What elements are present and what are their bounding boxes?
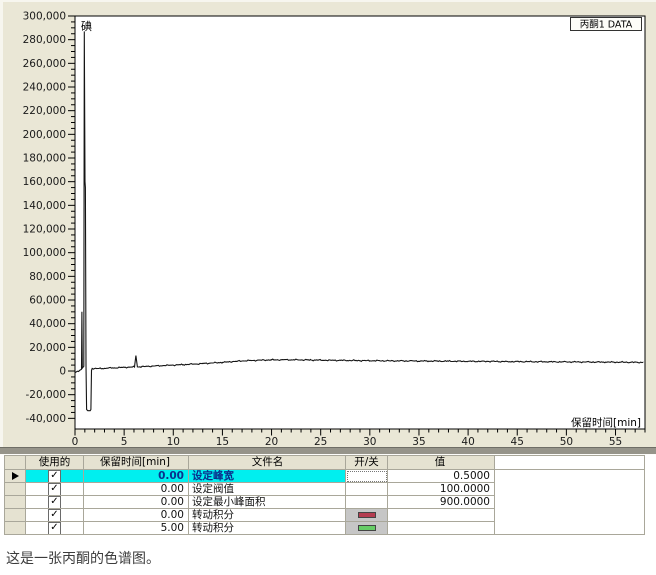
used-cell: ✓ xyxy=(26,522,84,535)
used-checkbox[interactable]: ✓ xyxy=(48,483,61,496)
integration-events-table: 使用的保留时间[min]文件名开/关值 ✓0.00设定峰宽0.5000✓0.00… xyxy=(4,455,645,535)
y-tick-label: 20,000 xyxy=(29,342,66,354)
onoff-cell[interactable] xyxy=(346,509,388,522)
y-tick-label: 100,000 xyxy=(23,247,66,259)
x-tick-label: 45 xyxy=(511,436,524,447)
used-checkbox[interactable]: ✓ xyxy=(48,522,61,535)
used-cell: ✓ xyxy=(26,496,84,509)
x-tick-label: 55 xyxy=(609,436,622,447)
col-header-0 xyxy=(4,455,26,470)
row-selector-cell[interactable] xyxy=(4,509,26,522)
used-checkbox[interactable]: ✓ xyxy=(48,496,61,509)
used-cell: ✓ xyxy=(26,470,84,483)
y-tick-label: -40,000 xyxy=(25,413,66,425)
data-name-box-label: 丙酮1 DATA xyxy=(580,20,633,31)
value-cell[interactable] xyxy=(388,522,495,535)
table-header-row: 使用的保留时间[min]文件名开/关值 xyxy=(4,455,645,470)
y-tick-label: 160,000 xyxy=(23,176,66,188)
retention-time-cell[interactable]: 0.00 xyxy=(84,470,189,483)
y-tick-label: 280,000 xyxy=(23,34,66,46)
filler-cell xyxy=(495,509,645,522)
used-cell: ✓ xyxy=(26,509,84,522)
col-header-3: 文件名 xyxy=(189,455,346,470)
table-row[interactable]: ✓ 0.00设定阀值 100.0000 xyxy=(4,483,645,496)
current-row-marker-icon xyxy=(12,472,19,480)
y-tick-label: 0 xyxy=(59,366,66,378)
col-header-4: 开/关 xyxy=(346,455,388,470)
y-tick-label: 80,000 xyxy=(29,271,66,283)
x-tick-label: 25 xyxy=(314,436,327,447)
onoff-cell[interactable] xyxy=(346,496,388,509)
y-tick-label: 240,000 xyxy=(23,82,66,94)
y-tick-label: 140,000 xyxy=(23,200,66,212)
chromatogram-panel: -40,000 -20,000 0 20,000 40,000 60,000 80,000 1… xyxy=(0,0,656,447)
y-tick-label: 60,000 xyxy=(29,295,66,307)
x-tick-label: 40 xyxy=(461,436,474,447)
red-line-icon xyxy=(358,512,376,518)
used-checkbox[interactable]: ✓ xyxy=(48,470,61,483)
table-row[interactable]: ✓ 5.00转动积分 xyxy=(4,522,645,535)
panel-divider xyxy=(0,447,656,455)
table-row[interactable]: ✓ 0.00设定最小峰面积 900.0000 xyxy=(4,496,645,509)
row-selector-cell[interactable] xyxy=(4,496,26,509)
x-tick-label: 30 xyxy=(363,436,376,447)
y-tick-label: 300,000 xyxy=(23,11,66,23)
x-tick-label: 35 xyxy=(412,436,425,447)
x-tick-label: 10 xyxy=(167,436,180,447)
event-name-cell[interactable]: 转动积分 xyxy=(189,522,346,535)
filler-cell xyxy=(495,522,645,535)
chromatogram-plot: -40,000 -20,000 0 20,000 40,000 60,000 80,000 1… xyxy=(0,0,656,447)
retention-time-cell[interactable]: 0.00 xyxy=(84,483,189,496)
onoff-cell[interactable] xyxy=(346,483,388,496)
green-line-icon xyxy=(358,525,376,531)
event-name-cell[interactable]: 设定最小峰面积 xyxy=(189,496,346,509)
x-tick-label: 0 xyxy=(72,436,79,447)
used-cell: ✓ xyxy=(26,483,84,496)
event-name-cell[interactable]: 转动积分 xyxy=(189,509,346,522)
value-cell[interactable]: 900.0000 xyxy=(388,496,495,509)
filler-cell xyxy=(495,496,645,509)
y-tick-label: 200,000 xyxy=(23,129,66,141)
table-row[interactable]: ✓ 0.00设定峰宽 0.5000 xyxy=(4,470,645,483)
y-tick-label: -20,000 xyxy=(25,389,66,401)
row-selector-cell[interactable] xyxy=(4,522,26,535)
y-tick-label: 220,000 xyxy=(23,105,66,117)
used-checkbox[interactable]: ✓ xyxy=(48,509,61,522)
value-cell[interactable]: 100.0000 xyxy=(388,483,495,496)
filler-cell xyxy=(495,483,645,496)
retention-time-cell[interactable]: 0.00 xyxy=(84,509,189,522)
row-selector-cell[interactable] xyxy=(4,483,26,496)
peak-label: 碘 xyxy=(81,20,92,33)
y-tick-label: 260,000 xyxy=(23,58,66,70)
event-name-cell[interactable]: 设定峰宽 xyxy=(189,470,346,483)
filler-cell xyxy=(495,470,645,483)
table-row[interactable]: ✓ 0.00转动积分 xyxy=(4,509,645,522)
retention-time-cell[interactable]: 0.00 xyxy=(84,496,189,509)
col-header-5: 值 xyxy=(388,455,495,470)
x-tick-label: 20 xyxy=(265,436,278,447)
event-name-cell[interactable]: 设定阀值 xyxy=(189,483,346,496)
y-tick-label: 120,000 xyxy=(23,224,66,236)
value-cell[interactable]: 0.5000 xyxy=(388,470,495,483)
y-tick-label: 180,000 xyxy=(23,153,66,165)
col-header-1: 使用的 xyxy=(26,455,84,470)
y-tick-label: 40,000 xyxy=(29,318,66,330)
value-cell[interactable] xyxy=(388,509,495,522)
row-selector-cell[interactable] xyxy=(4,470,26,483)
col-header-2: 保留时间[min] xyxy=(84,455,189,470)
x-tick-label: 5 xyxy=(121,436,128,447)
onoff-cell[interactable] xyxy=(346,470,388,483)
x-tick-label: 50 xyxy=(560,436,573,447)
col-header-filler xyxy=(495,455,645,470)
x-tick-label: 15 xyxy=(216,436,229,447)
onoff-cell[interactable] xyxy=(346,522,388,535)
retention-time-cell[interactable]: 5.00 xyxy=(84,522,189,535)
plot-area xyxy=(75,16,645,429)
x-axis-label: 保留时间[min] xyxy=(571,416,641,429)
table-body: ✓0.00设定峰宽0.5000✓0.00设定阀值100.0000✓0.00设定最… xyxy=(4,470,645,535)
caption-text: 这是一张丙酮的色谱图。 xyxy=(6,548,160,568)
